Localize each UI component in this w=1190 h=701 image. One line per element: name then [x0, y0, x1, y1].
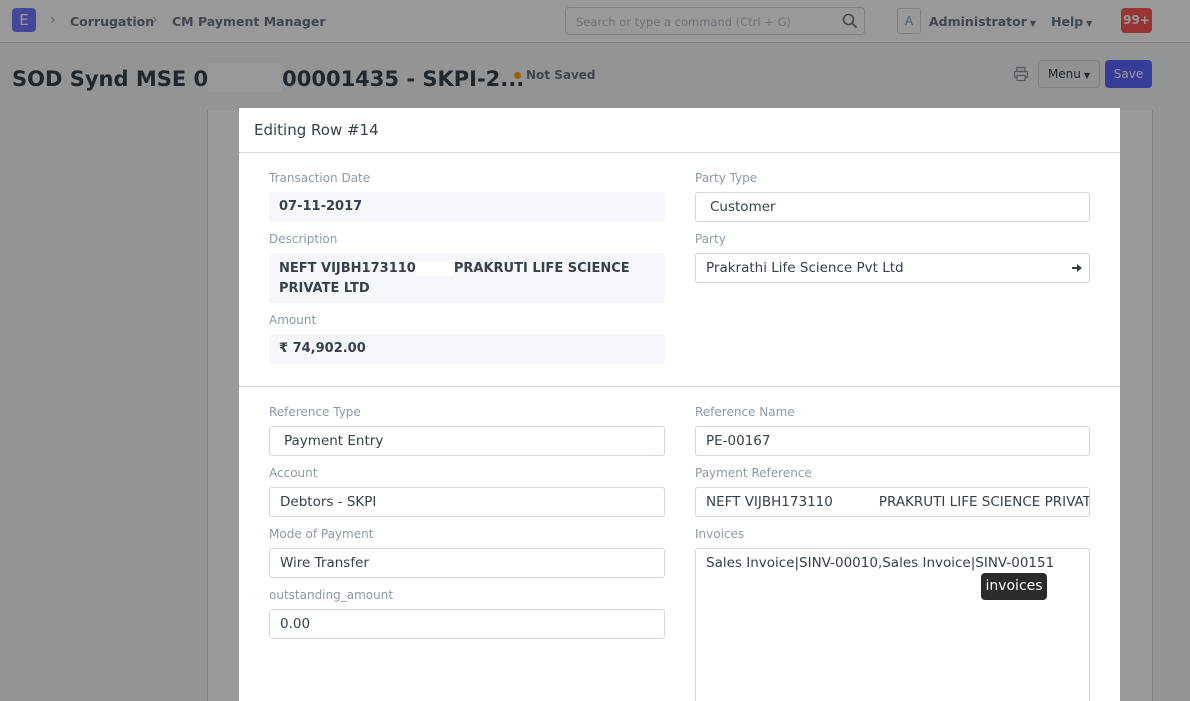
party-value: Prakrathi Life Science Pvt Ltd [706, 260, 904, 276]
reference-name-field[interactable]: PE-00167 [695, 426, 1090, 456]
mode-of-payment-field[interactable]: Wire Transfer [269, 548, 665, 578]
amount-label: Amount [269, 313, 317, 327]
payment-reference-field[interactable]: NEFT VIJBH173110 PRAKRUTI LIFE SCIENCE PR… [695, 487, 1090, 517]
party-link-field[interactable]: Prakrathi Life Science Pvt Ltd [695, 253, 1090, 283]
arrow-right-icon[interactable] [1071, 262, 1083, 274]
editing-row-form: Editing Row #14 Transaction Date 07-11-2… [239, 108, 1120, 701]
description-value: NEFT VIJBH173110 PRAKRUTI LIFE SCIENCE PR… [269, 253, 665, 303]
description-line-1-end: PRAKRUTI LIFE SCIENCE [453, 261, 630, 276]
payment-reference-label: Payment Reference [695, 466, 812, 480]
reference-type-label: Reference Type [269, 405, 361, 419]
party-type-select[interactable]: Customer [695, 192, 1090, 222]
payment-reference-end: PRAKRUTI LIFE SCIENCE PRIVATE [878, 494, 1090, 510]
reference-name-label: Reference Name [695, 405, 795, 419]
description-line-1-start: NEFT VIJBH173110 [279, 261, 416, 276]
outstanding-amount-label: outstanding_amount [269, 588, 394, 602]
invoices-label: Invoices [695, 527, 745, 541]
transaction-date-value: 07-11-2017 [269, 192, 665, 222]
mode-of-payment-label: Mode of Payment [269, 527, 374, 541]
description-line-1: NEFT VIJBH173110 PRAKRUTI LIFE SCIENCE [279, 259, 655, 279]
transaction-date-label: Transaction Date [269, 171, 371, 185]
description-line-2: PRIVATE LTD [279, 281, 370, 296]
amount-value: ₹ 74,902.00 [269, 334, 665, 364]
description-label: Description [269, 232, 338, 246]
section-divider [239, 386, 1120, 387]
invoices-textarea[interactable]: Sales Invoice|SINV-00010,Sales Invoice|S… [695, 548, 1090, 701]
payment-reference-start: NEFT VIJBH173110 [706, 494, 833, 510]
form-title: Editing Row #14 [254, 121, 379, 139]
invoices-tooltip: invoices [981, 573, 1047, 600]
redaction-mask [415, 261, 454, 276]
party-type-label: Party Type [695, 171, 758, 185]
redaction-mask [832, 495, 879, 509]
account-field[interactable]: Debtors - SKPI [269, 487, 665, 517]
reference-type-select[interactable]: Payment Entry [269, 426, 665, 456]
form-header: Editing Row #14 [239, 108, 1120, 153]
account-label: Account [269, 466, 318, 480]
outstanding-amount-field[interactable]: 0.00 [269, 609, 665, 639]
party-label: Party [695, 232, 726, 246]
